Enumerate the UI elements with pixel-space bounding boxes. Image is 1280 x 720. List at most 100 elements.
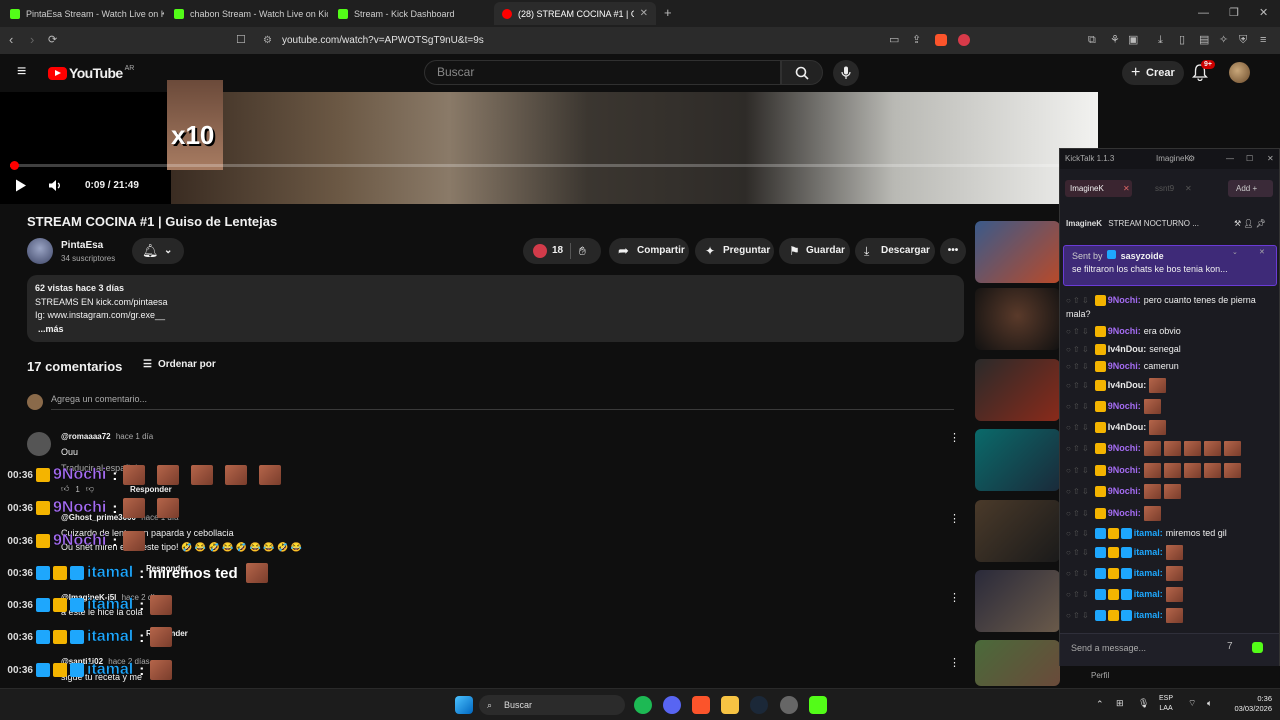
recommended-video-thumbnail[interactable]	[975, 359, 1060, 421]
voice-search-button[interactable]	[833, 60, 859, 86]
new-tab-icon[interactable]: +	[664, 6, 672, 19]
channel-avatar[interactable]	[27, 238, 53, 264]
comment-menu-icon[interactable]: ⋮	[949, 512, 960, 525]
translate-icon[interactable]: 7	[1227, 641, 1233, 652]
obs-icon[interactable]	[780, 696, 798, 714]
chat-username[interactable]: 9Nochi:	[1108, 295, 1141, 305]
comment-menu-icon[interactable]: ⋮	[949, 591, 960, 604]
chat-username[interactable]: 9Nochi:	[1108, 508, 1141, 518]
message-action-icons[interactable]: ○ ⇧ ⇩	[1066, 327, 1089, 336]
recommended-video-thumbnail[interactable]	[975, 288, 1060, 350]
windows-start-icon[interactable]	[455, 696, 473, 714]
browser-tab[interactable]: Stream - Kick Dashboard	[330, 2, 492, 25]
download-button[interactable]: ⤓ Descargar	[855, 238, 935, 264]
unpin-icon[interactable]: ✕	[1259, 248, 1265, 256]
chat-username[interactable]: itamal:	[1134, 610, 1163, 620]
share-icon[interactable]: ⇪	[912, 34, 921, 46]
kicktalk-tab-active[interactable]: ImagineK ✕	[1065, 180, 1132, 197]
url-bar[interactable]: ⚙ youtube.com/watch?v=APWOTSgT9nU&t=9s	[255, 31, 875, 50]
chat-message[interactable]: ○ ⇧ ⇩ itamal:	[1066, 606, 1186, 624]
emote-picker-icon[interactable]	[1252, 642, 1263, 653]
progress-scrubber[interactable]	[10, 161, 19, 170]
avatar[interactable]	[27, 432, 51, 456]
message-action-icons[interactable]: ○ ⇧ ⇩	[1066, 487, 1089, 496]
save-button[interactable]: ⚑ Guardar	[779, 238, 850, 264]
message-action-icons[interactable]: ○ ⇧ ⇩	[1066, 362, 1089, 371]
message-action-icons[interactable]: ○ ⇧ ⇩	[1066, 590, 1089, 599]
download-icon[interactable]: ⤓	[1158, 34, 1163, 46]
youtube-logo[interactable]: YouTube AR	[48, 65, 134, 81]
channel-name[interactable]: PintaEsa	[61, 240, 103, 251]
spotify-icon[interactable]	[634, 696, 652, 714]
comment-menu-icon[interactable]: ⋮	[949, 656, 960, 669]
message-action-icons[interactable]: ○ ⇧ ⇩	[1066, 548, 1089, 557]
chat-message[interactable]: ○ ⇧ ⇩ 9Nochi:	[1066, 461, 1244, 479]
chat-message[interactable]: ○ ⇧ ⇩ Iv4nDou: senegal	[1066, 340, 1181, 358]
ask-button[interactable]: ✦ Preguntar	[695, 238, 774, 264]
forward-icon[interactable]: ›	[30, 33, 34, 46]
kicktalk-tab[interactable]: ssnt9 ✕	[1145, 180, 1205, 197]
message-action-icons[interactable]: ○ ⇧ ⇩	[1066, 466, 1089, 475]
chat-message[interactable]: ○ ⇧ ⇩ 9Nochi: pero cuanto tenes de pierna	[1066, 291, 1256, 309]
show-more-link[interactable]: ...más	[35, 323, 956, 337]
chat-username[interactable]: itamal:	[1134, 568, 1163, 578]
recommended-video-thumbnail[interactable]	[975, 429, 1060, 491]
sort-button[interactable]: ☰ Ordenar por	[143, 359, 216, 370]
clock[interactable]: 0:36 03/03/2026	[1228, 694, 1272, 714]
chat-message[interactable]: ○ ⇧ ⇩ 9Nochi:	[1066, 504, 1164, 522]
volume-icon[interactable]: 🔈︎	[1207, 698, 1212, 709]
share-button[interactable]: ➦ Compartir	[609, 238, 689, 264]
video-player[interactable]	[0, 92, 1098, 204]
browser-tab-active[interactable]: (28) STREAM COCINA #1 | Guiso ✕	[494, 2, 656, 25]
search-input[interactable]: Buscar	[424, 60, 781, 85]
chat-username[interactable]: itamal:	[1134, 528, 1163, 538]
add-channel-button[interactable]: Add +	[1228, 180, 1273, 197]
extensions-icon[interactable]: ⧉	[1088, 34, 1096, 46]
chat-message[interactable]: ○ ⇧ ⇩ itamal:	[1066, 543, 1186, 561]
minimize-icon[interactable]: —	[1198, 7, 1209, 19]
vpn-icon[interactable]: ⛨	[1239, 34, 1247, 46]
channel-action-icons[interactable]: ⚒ 👤︎ 📌︎	[1234, 219, 1266, 228]
chat-username[interactable]: 9Nochi:	[1108, 401, 1141, 411]
hamburger-menu-icon[interactable]: ≡	[17, 64, 26, 80]
comment-menu-icon[interactable]: ⋮	[949, 431, 960, 444]
message-input[interactable]: Send a message...	[1071, 643, 1146, 653]
browser-tab[interactable]: chabon Stream - Watch Live on Kick	[166, 2, 328, 25]
brave-rewards-icon[interactable]	[958, 34, 970, 46]
microphone-icon[interactable]: 🎙︎	[1138, 698, 1149, 709]
screenshot-icon[interactable]: ▣	[1128, 34, 1138, 46]
close-icon[interactable]: ✕	[1123, 180, 1130, 197]
chat-username[interactable]: 9Nochi:	[1108, 486, 1141, 496]
message-action-icons[interactable]: ○ ⇧ ⇩	[1066, 444, 1089, 453]
chat-message[interactable]: ○ ⇧ ⇩ 9Nochi: era obvio	[1066, 322, 1181, 340]
chat-message[interactable]: ○ ⇧ ⇩ itamal:	[1066, 585, 1186, 603]
recommended-video-thumbnail[interactable]	[975, 221, 1060, 283]
browser-tab[interactable]: PintaEsa Stream - Watch Live on Kick	[2, 2, 164, 25]
add-comment-input[interactable]: Agrega un comentario...	[51, 394, 954, 410]
chat-username[interactable]: Iv4nDou:	[1108, 380, 1147, 390]
wifi-icon[interactable]: ⌔	[1188, 698, 1196, 709]
menu-icon[interactable]: ≡	[1260, 34, 1266, 46]
message-action-icons[interactable]: ○ ⇧ ⇩	[1066, 529, 1089, 538]
chat-username[interactable]: 9Nochi:	[1108, 361, 1141, 371]
message-action-icons[interactable]: ○ ⇧ ⇩	[1066, 381, 1089, 390]
chat-message[interactable]: ○ ⇧ ⇩ 9Nochi:	[1066, 397, 1164, 415]
message-action-icons[interactable]: ○ ⇧ ⇩	[1066, 569, 1089, 578]
taskbar-search[interactable]: ⌕ Buscar	[479, 695, 625, 715]
close-icon[interactable]: ✕	[1267, 149, 1274, 169]
tray-apps-icon[interactable]: ⊞	[1116, 698, 1124, 709]
chat-message[interactable]: mala?	[1066, 305, 1091, 323]
sidebar-icon[interactable]: ▯	[1179, 34, 1185, 46]
file-explorer-icon[interactable]	[721, 696, 739, 714]
bookmark-icon[interactable]: ☐	[236, 34, 246, 46]
chat-username[interactable]: Iv4nDou:	[1108, 344, 1147, 354]
create-button[interactable]: + Crear	[1122, 61, 1184, 85]
chevron-down-icon[interactable]: ⌄	[1232, 248, 1238, 256]
chat-username[interactable]: Iv4nDou:	[1108, 422, 1147, 432]
maximize-icon[interactable]: ❐	[1229, 7, 1239, 19]
chat-message[interactable]: ○ ⇧ ⇩ itamal: miremos ted gil	[1066, 524, 1227, 542]
chat-username[interactable]: itamal:	[1134, 589, 1163, 599]
recommended-video-thumbnail[interactable]	[975, 570, 1060, 632]
message-action-icons[interactable]: ○ ⇧ ⇩	[1066, 423, 1089, 432]
site-info-icon[interactable]: ⚙	[263, 31, 272, 50]
